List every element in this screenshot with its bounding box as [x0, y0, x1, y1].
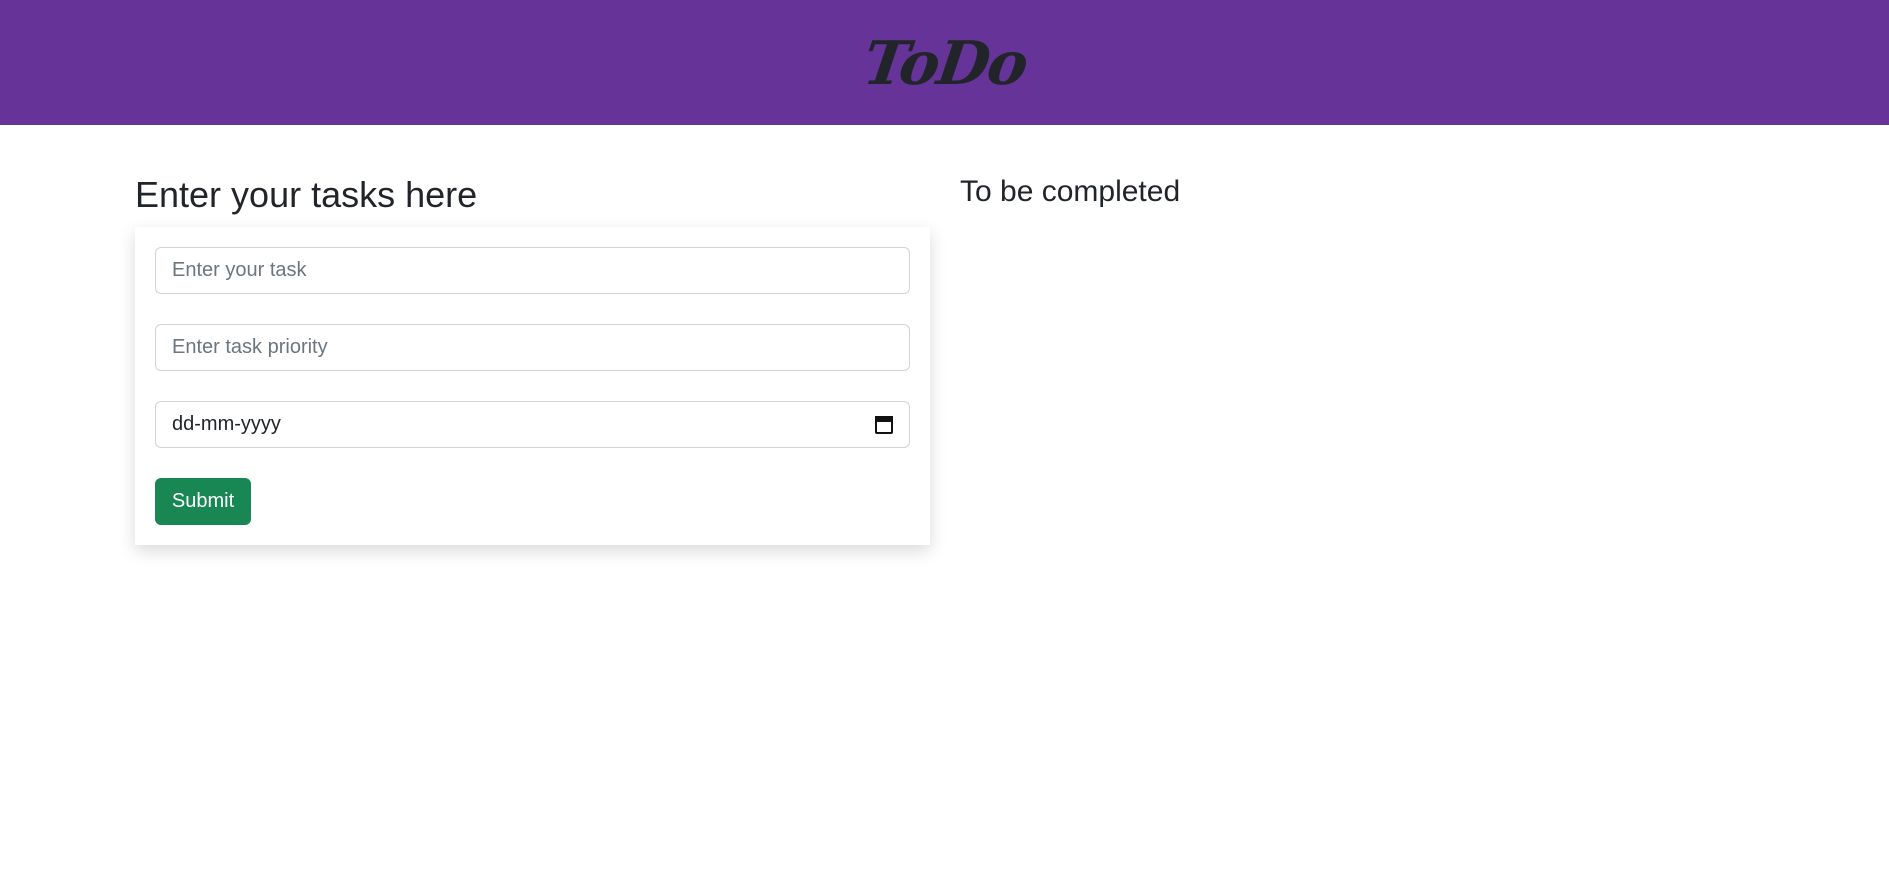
app-header: ToDo	[0, 0, 1889, 125]
task-input-placeholder: Enter your task	[172, 259, 307, 281]
date-input-value: dd-mm-yyyy	[172, 413, 281, 435]
tasks-heading: To be completed	[960, 175, 1181, 208]
date-input[interactable]: dd-mm-yyyy	[155, 401, 910, 448]
calendar-icon[interactable]	[875, 415, 893, 434]
task-input[interactable]: Enter your task	[155, 247, 910, 294]
priority-input-placeholder: Enter task priority	[172, 336, 328, 358]
priority-input[interactable]: Enter task priority	[155, 324, 910, 371]
app-logo: ToDo	[858, 28, 1031, 99]
submit-button[interactable]: Submit	[155, 478, 251, 525]
task-form-card: Enter your task Enter task priority dd-m…	[135, 227, 930, 545]
form-heading: Enter your tasks here	[135, 174, 478, 215]
